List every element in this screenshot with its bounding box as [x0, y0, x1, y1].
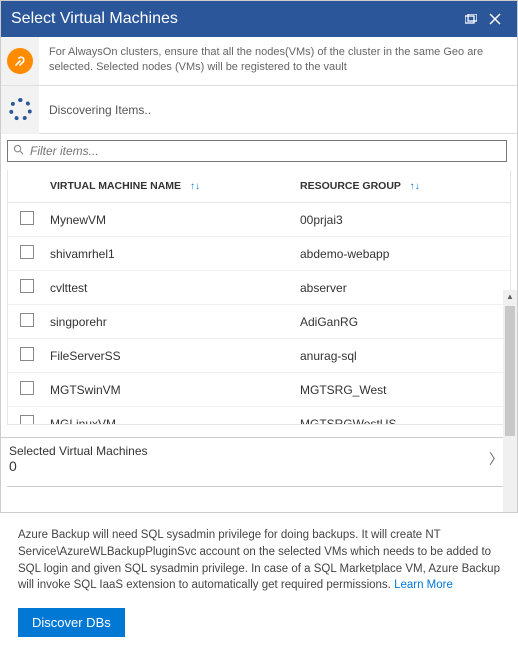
selected-panel[interactable]: Selected Virtual Machines 0 〉: [1, 437, 517, 484]
resource-group-cell: abdemo-webapp: [294, 237, 510, 271]
table-row[interactable]: cvlttestabserver: [8, 271, 510, 305]
row-checkbox[interactable]: [20, 415, 34, 425]
vm-name-cell: FileServerSS: [44, 339, 294, 373]
name-header-label: VIRTUAL MACHINE NAME: [50, 180, 181, 192]
tools-icon: [7, 48, 33, 74]
vm-name-cell: shivamrhel1: [44, 237, 294, 271]
close-icon[interactable]: [483, 7, 507, 31]
table-row[interactable]: MGTSwinVMMGTSRG_West: [8, 373, 510, 407]
footer: Azure Backup will need SQL sysadmin priv…: [0, 512, 518, 653]
selected-label: Selected Virtual Machines: [9, 444, 489, 458]
restore-window-icon[interactable]: [459, 7, 483, 31]
table-row[interactable]: FileServerSSanurag-sql: [8, 339, 510, 373]
selected-count: 0: [9, 458, 489, 474]
resource-group-cell: abserver: [294, 271, 510, 305]
row-checkbox[interactable]: [20, 347, 34, 361]
info-icon-box: [1, 37, 39, 85]
spinner-box: [1, 86, 39, 134]
search-icon: [8, 144, 28, 158]
row-checkbox[interactable]: [20, 245, 34, 259]
dialog-header: Select Virtual Machines: [1, 1, 517, 37]
resource-group-cell: anurag-sql: [294, 339, 510, 373]
resource-group-cell: 00prjai3: [294, 203, 510, 237]
resource-group-cell: MGTSRG_West: [294, 373, 510, 407]
footer-text: Azure Backup will need SQL sysadmin priv…: [18, 527, 500, 594]
vm-name-cell: MynewVM: [44, 203, 294, 237]
info-banner: For AlwaysOn clusters, ensure that all t…: [1, 37, 517, 86]
scroll-thumb[interactable]: [505, 306, 515, 436]
table-row[interactable]: shivamrhel1abdemo-webapp: [8, 237, 510, 271]
table-row[interactable]: singporehrAdiGanRG: [8, 305, 510, 339]
row-checkbox[interactable]: [20, 381, 34, 395]
group-header-label: RESOURCE GROUP: [300, 180, 401, 192]
vm-name-cell: singporehr: [44, 305, 294, 339]
row-checkbox[interactable]: [20, 313, 34, 327]
table-row[interactable]: MGLinuxVMMGTSRGWestUS: [8, 407, 510, 426]
discover-dbs-button[interactable]: Discover DBs: [18, 608, 125, 637]
info-text: For AlwaysOn clusters, ensure that all t…: [39, 37, 517, 84]
resource-group-cell: MGTSRGWestUS: [294, 407, 510, 426]
filter-input[interactable]: [28, 141, 506, 161]
row-checkbox[interactable]: [20, 211, 34, 225]
filter-box: [7, 140, 507, 162]
spinner-icon: [9, 98, 32, 121]
vm-name-cell: MGTSwinVM: [44, 373, 294, 407]
vm-name-cell: MGLinuxVM: [44, 407, 294, 426]
checkbox-column-header: [8, 170, 44, 203]
group-column-header[interactable]: RESOURCE GROUP ↑↓: [294, 170, 510, 203]
divider: [7, 486, 511, 487]
learn-more-link[interactable]: Learn More: [394, 579, 453, 591]
row-checkbox[interactable]: [20, 279, 34, 293]
scroll-up-icon[interactable]: ▲: [505, 292, 515, 304]
vm-name-cell: cvlttest: [44, 271, 294, 305]
vm-table: VIRTUAL MACHINE NAME ↑↓ RESOURCE GROUP ↑…: [7, 170, 511, 425]
dialog-title: Select Virtual Machines: [11, 10, 459, 28]
discovery-text: Discovering Items..: [39, 103, 161, 117]
resource-group-cell: AdiGanRG: [294, 305, 510, 339]
name-column-header[interactable]: VIRTUAL MACHINE NAME ↑↓: [44, 170, 294, 203]
discovery-row: Discovering Items..: [1, 86, 517, 134]
sort-icon: ↑↓: [404, 181, 420, 192]
table-row[interactable]: MynewVM00prjai3: [8, 203, 510, 237]
sort-icon: ↑↓: [184, 181, 200, 192]
